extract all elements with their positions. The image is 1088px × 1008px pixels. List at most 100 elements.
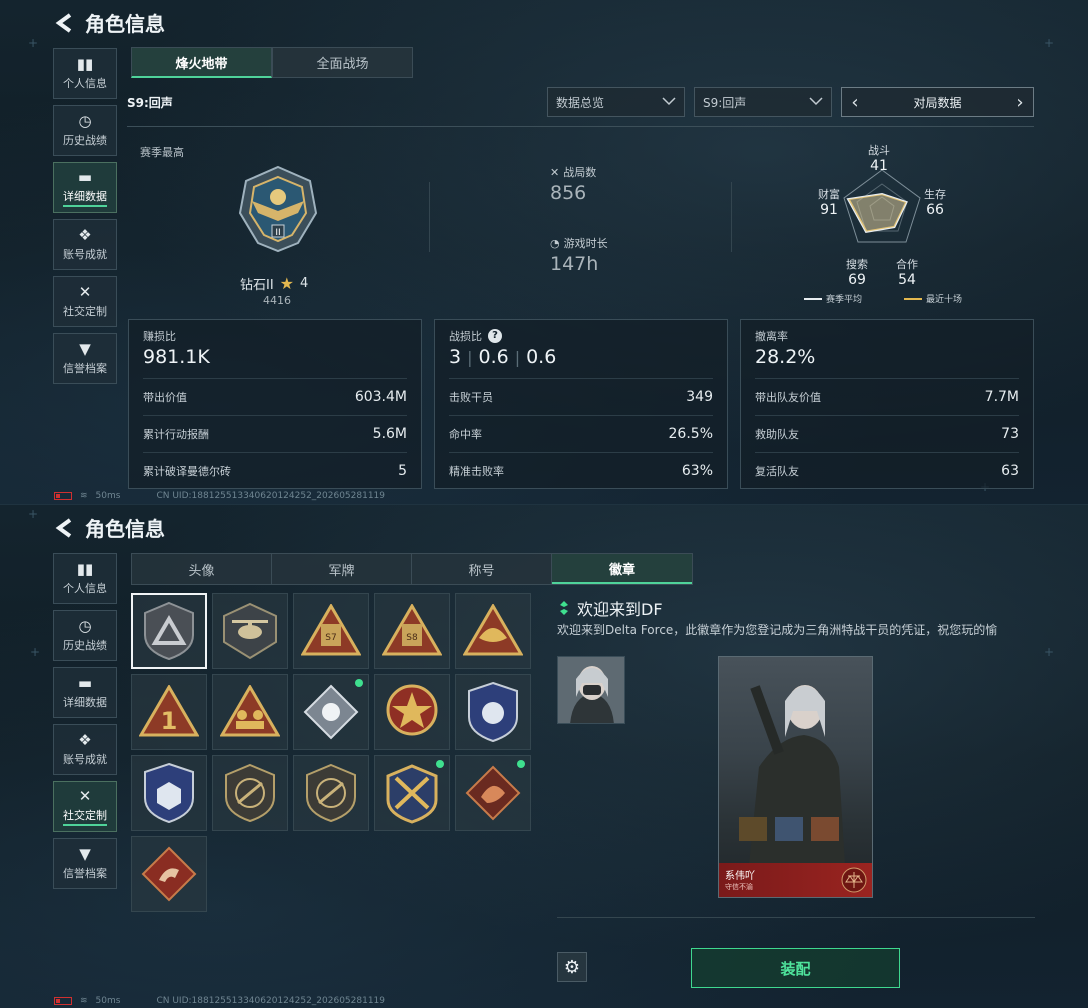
badge-golden-mask[interactable] (455, 593, 531, 669)
dropdown-value: 数据总览 (556, 95, 605, 110)
page-header: 角色信息 (55, 8, 165, 37)
ping-value: 50ms (95, 996, 121, 1006)
tab-warfire-zone[interactable]: 烽火地带 (131, 47, 272, 78)
operator-portrait-icon (558, 657, 624, 723)
playtime-value: 147h (550, 253, 599, 275)
rifle-shield-icon (225, 763, 275, 823)
stat-row: 复活队友 63 (755, 452, 1019, 489)
tab-dogtag[interactable]: 军牌 (272, 554, 412, 584)
sidebar-item-achievements[interactable]: ❖ 账号成就 (53, 219, 117, 270)
badge-skull-star[interactable] (374, 674, 450, 750)
uid-text: CN UID:188125513340620124252_20260528111… (156, 996, 386, 1006)
sidebar-item-details[interactable]: ▬ 详细数据 (53, 667, 117, 718)
badge-s7[interactable]: S7 (293, 593, 369, 669)
avatar[interactable] (557, 656, 625, 724)
badge-number-one[interactable]: 1 (131, 674, 207, 750)
stat-row: 救助队友 73 (755, 415, 1019, 452)
chevron-down-icon (662, 95, 676, 109)
badge-rifle-silver[interactable] (293, 755, 369, 831)
row-value: 73 (1001, 426, 1019, 442)
season-label: S9:回声 (127, 96, 173, 110)
equip-button[interactable]: 装配 (691, 948, 900, 988)
badge-climber[interactable] (131, 836, 207, 912)
chevron-left-icon[interactable]: ‹ (842, 92, 868, 113)
back-arrow-icon[interactable] (55, 517, 75, 538)
svg-text:1: 1 (161, 707, 178, 735)
rifle-shield-icon (306, 763, 356, 823)
divider (429, 182, 430, 252)
sidebar-item-social[interactable]: ✕ 社交定制 (53, 276, 117, 327)
sidebar-item-label: 历史战绩 (63, 134, 107, 147)
wrench-icon: ✕ (78, 283, 92, 301)
mode-tabs: 烽火地带 全面战场 (131, 47, 413, 78)
badge-dragon[interactable] (455, 755, 531, 831)
svg-text:II: II (275, 228, 280, 238)
stat-row: 累计行动报酬 5.6M (143, 415, 407, 452)
triangle-s8-icon: S8 (382, 604, 442, 656)
wifi-icon: ≋ (80, 491, 88, 501)
sidebar-item-profile[interactable]: ▮▮ 个人信息 (53, 48, 117, 99)
card-label: 撤离率 (755, 330, 788, 343)
new-indicator-dot (517, 760, 525, 768)
status-bar: ≋ 50ms CN UID:188125513340620124252_2026… (54, 491, 385, 501)
badge-squad[interactable] (212, 674, 288, 750)
badge-rose[interactable] (293, 674, 369, 750)
sidebar-item-label: 历史战绩 (63, 639, 107, 652)
radar-axis-coop: 合作 54 (896, 256, 918, 288)
row-label: 累计破译曼德尔砖 (143, 465, 231, 478)
radar-value: 66 (926, 202, 944, 218)
badge-crossed-gold[interactable] (374, 755, 450, 831)
sidebar-item-reputation[interactable]: ▼ 信誉档案 (53, 838, 117, 889)
overview-dropdown[interactable]: 数据总览 (547, 87, 685, 117)
matches-stat: ✕ 战局数 856 (550, 164, 597, 205)
sidebar-item-profile[interactable]: ▮▮ 个人信息 (53, 553, 117, 604)
sidebar-item-social[interactable]: ✕ 社交定制 (53, 781, 117, 832)
battery-icon (54, 997, 72, 1005)
badge-welcome-df[interactable] (131, 593, 207, 669)
badge-hex-shield[interactable] (131, 755, 207, 831)
kd-value: 0.6 (478, 346, 509, 368)
rank-name: 钻石II (240, 278, 274, 293)
legend-swatch (804, 297, 822, 300)
help-icon[interactable]: ? (488, 329, 502, 343)
radar-chart (843, 169, 921, 243)
row-value: 5.6M (372, 426, 407, 442)
sidebar-item-reputation[interactable]: ▼ 信誉档案 (53, 333, 117, 384)
status-bar: ≋ 50ms CN UID:188125513340620124252_2026… (54, 996, 385, 1006)
badge-detail-title: 欢迎来到DF (559, 596, 663, 620)
legend-label: 赛季平均 (826, 295, 863, 305)
radar-label: 生存 (924, 188, 946, 201)
card-label-row: 战损比 ? (449, 328, 713, 344)
tab-avatar[interactable]: 头像 (132, 554, 272, 584)
sidebar-item-history[interactable]: ◷ 历史战绩 (53, 105, 117, 156)
badge-rifle-bronze[interactable] (212, 755, 288, 831)
settings-button[interactable]: ⚙ (557, 952, 587, 982)
playtime-label: 游戏时长 (563, 237, 608, 250)
tab-title[interactable]: 称号 (412, 554, 552, 584)
ability-radar: 战斗 41 生存 66 合作 54 搜索 69 财富 91 (800, 138, 980, 308)
tab-full-battlefield[interactable]: 全面战场 (272, 47, 413, 78)
badge-helicopter[interactable] (212, 593, 288, 669)
divider: | (514, 347, 521, 367)
chevron-right-icon[interactable]: › (1007, 92, 1033, 113)
shield-triangle-icon (144, 601, 194, 661)
matches-label: 战局数 (563, 166, 597, 179)
sidebar: ▮▮ 个人信息 ◷ 历史战绩 ▬ 详细数据 ❖ 账号成就 ✕ 社交定制 ▼ 信誉… (53, 48, 117, 390)
hex-shield-icon (144, 762, 194, 824)
row-label: 累计行动报酬 (143, 428, 209, 441)
tab-badge[interactable]: 徽章 (552, 554, 692, 584)
badge-blue-wing[interactable] (455, 674, 531, 750)
season-best-label: 赛季最高 (140, 146, 184, 159)
radar-axis-combat: 战斗 41 (868, 142, 890, 174)
badge-s8[interactable]: S8 (374, 593, 450, 669)
season-dropdown[interactable]: S9:回声 (694, 87, 832, 117)
sidebar-item-history[interactable]: ◷ 历史战绩 (53, 610, 117, 661)
radar-label: 战斗 (868, 144, 890, 157)
radar-axis-wealth: 财富 91 (818, 186, 840, 218)
back-arrow-icon[interactable] (55, 12, 75, 33)
sidebar-item-details[interactable]: ▬ 详细数据 (53, 162, 117, 213)
dragon-diamond-icon (465, 765, 521, 821)
folder-icon: ▬ (77, 674, 93, 692)
dropdown-value: S9:回声 (703, 95, 747, 110)
sidebar-item-achievements[interactable]: ❖ 账号成就 (53, 724, 117, 775)
